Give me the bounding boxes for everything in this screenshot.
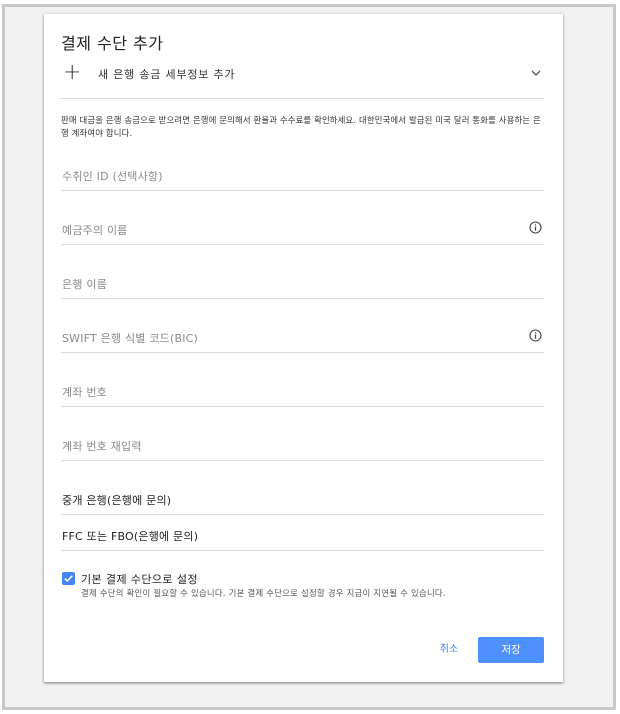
ffc-fbo-field[interactable]: FFC 또는 FBO(은행에 문의) bbox=[61, 523, 544, 551]
swift-code-field[interactable]: SWIFT 은행 식별 코드(BIC) bbox=[61, 325, 544, 353]
account-number-label: 계좌 번호 bbox=[62, 386, 107, 399]
plus-icon: + bbox=[63, 60, 82, 85]
add-bank-transfer-expander[interactable]: + 새 은행 송금 세부정보 추가 bbox=[60, 62, 544, 98]
info-icon[interactable] bbox=[529, 329, 542, 342]
account-holder-name-field[interactable]: 예금주의 이름 bbox=[61, 217, 544, 245]
dialog-title: 결제 수단 추가 bbox=[61, 34, 164, 53]
payee-id-label: 수취인 ID (선택사항) bbox=[62, 170, 163, 183]
intermediary-bank-field[interactable]: 중개 은행(은행에 문의) bbox=[61, 487, 544, 515]
account-number-confirm-field[interactable]: 계좌 번호 재입력 bbox=[61, 433, 544, 461]
add-bank-transfer-label: 새 은행 송금 세부정보 추가 bbox=[98, 68, 236, 81]
payee-id-field[interactable]: 수취인 ID (선택사항) bbox=[61, 163, 544, 191]
add-payment-method-dialog: 결제 수단 추가 + 새 은행 송금 세부정보 추가 판매 대금을 은행 송금으… bbox=[44, 14, 563, 682]
ffc-fbo-label: FFC 또는 FBO(은행에 문의) bbox=[62, 530, 199, 543]
cancel-button[interactable]: 취소 bbox=[429, 637, 469, 663]
check-icon bbox=[64, 575, 73, 583]
save-button[interactable]: 저장 bbox=[478, 637, 544, 663]
account-number-field[interactable]: 계좌 번호 bbox=[61, 379, 544, 407]
account-number-confirm-label: 계좌 번호 재입력 bbox=[62, 440, 142, 453]
default-payment-checkbox[interactable] bbox=[62, 572, 75, 585]
intermediary-bank-label: 중개 은행(은행에 문의) bbox=[62, 494, 172, 507]
info-icon[interactable] bbox=[529, 221, 542, 234]
bank-name-label: 은행 이름 bbox=[62, 278, 107, 291]
default-payment-helper-text: 결제 수단의 확인이 필요할 수 있습니다. 기본 결제 수단으로 설정할 경우… bbox=[81, 588, 446, 598]
bank-name-field[interactable]: 은행 이름 bbox=[61, 271, 544, 299]
section-divider bbox=[60, 98, 544, 99]
bank-transfer-description: 판매 대금을 은행 송금으로 받으려면 은행에 문의해서 환율과 수수료를 확인… bbox=[61, 115, 541, 138]
default-payment-label: 기본 결제 수단으로 설정 bbox=[81, 573, 198, 586]
swift-code-label: SWIFT 은행 식별 코드(BIC) bbox=[62, 332, 199, 345]
account-holder-name-label: 예금주의 이름 bbox=[62, 224, 128, 237]
default-payment-checkbox-row: 기본 결제 수단으로 설정 결제 수단의 확인이 필요할 수 있습니다. 기본 … bbox=[62, 571, 542, 605]
chevron-down-icon bbox=[531, 70, 541, 76]
